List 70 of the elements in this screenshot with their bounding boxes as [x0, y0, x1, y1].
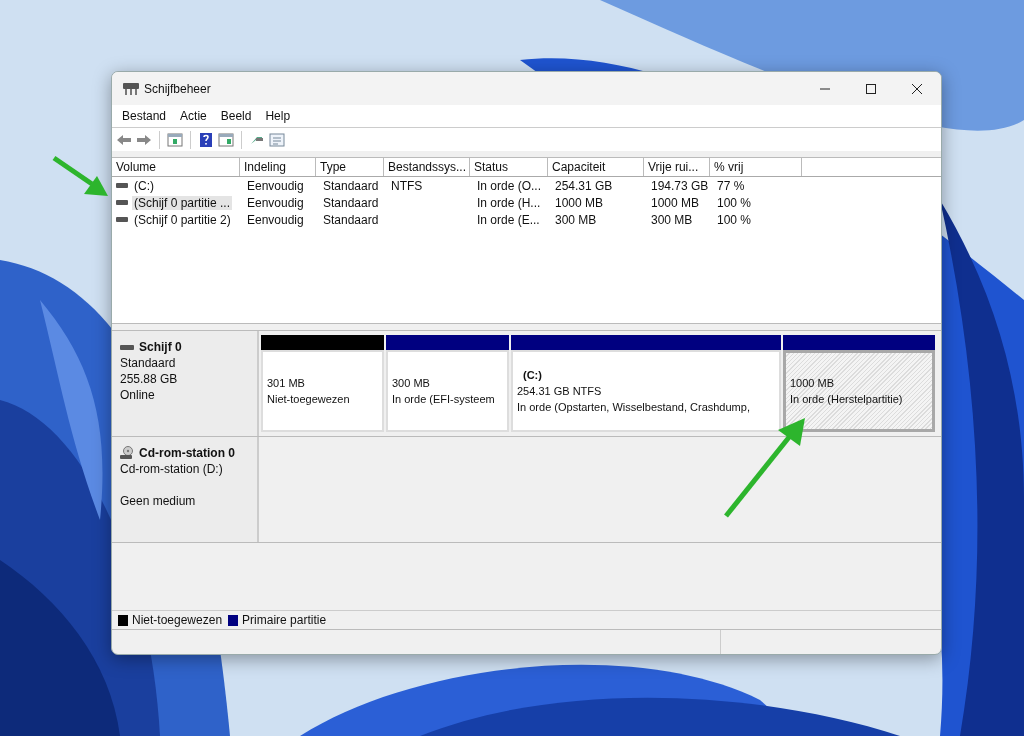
list-icon[interactable]: [269, 131, 285, 148]
table-cell: In orde (E...: [477, 212, 540, 227]
partition-size: 1000 MB: [790, 376, 835, 391]
table-cell: In orde (H...: [477, 195, 541, 210]
table-cell: 194.73 GB: [651, 178, 709, 193]
menu-item[interactable]: Bestand: [115, 109, 174, 123]
table-cell: 100 %: [717, 195, 752, 210]
table-cell: 77 %: [717, 178, 745, 193]
partition-label: (C:): [523, 368, 542, 383]
drive-label[interactable]: (Schijf 0 partitie 2): [132, 212, 233, 227]
disk-type: Standaard: [120, 356, 176, 370]
table-cell: 254.31 GB: [555, 178, 613, 193]
column-header[interactable]: Capaciteit: [548, 158, 644, 176]
table-cell: 300 MB: [651, 212, 693, 227]
console-tree-icon[interactable]: [167, 131, 183, 148]
table-cell: Eenvoudig: [247, 178, 304, 193]
partition-block[interactable]: (C:) 254.31 GB NTFS In orde (Opstarten, Wisselbestand, Crashdump,: [511, 350, 781, 432]
help-icon[interactable]: [198, 131, 214, 148]
drive-icon: [116, 216, 128, 223]
legend-label: Niet-toegewezen: [132, 613, 223, 627]
table-cell: Standaard: [323, 212, 379, 227]
disk-management-icon: [122, 80, 140, 97]
column-header[interactable]: % vrij: [710, 158, 802, 176]
menu-item[interactable]: Actie: [173, 109, 214, 123]
drive-icon: [116, 199, 128, 206]
cd-drive-icon: [120, 446, 134, 460]
maximize-icon[interactable]: [865, 82, 877, 95]
table-cell: In orde (O...: [477, 178, 542, 193]
drive-label[interactable]: (Schijf 0 partitie ...: [132, 195, 233, 210]
disk-label-panel[interactable]: Cd-rom-station 0 Cd-rom-station (D:) Geen medium: [112, 437, 259, 542]
disk-name: Schijf 0: [139, 339, 182, 355]
arrow-drawing: [52, 155, 108, 196]
column-header[interactable]: Type: [316, 158, 384, 176]
menu-item[interactable]: Help: [258, 109, 298, 123]
partition-status: In orde (Opstarten, Wisselbestand, Crashdump,: [517, 400, 750, 415]
close-icon[interactable]: [911, 82, 923, 95]
column-header[interactable]: Vrije rui...: [644, 158, 710, 176]
table-cell: Standaard: [323, 178, 379, 193]
table-cell: NTFS: [391, 178, 423, 193]
disk-name: Cd-rom-station 0: [139, 445, 235, 461]
disk-size: 255.88 GB: [120, 372, 178, 386]
partition-block[interactable]: 1000 MB In orde (Herstelpartitie): [783, 350, 935, 432]
partition-status: In orde (EFI-systeem: [392, 392, 495, 407]
column-header[interactable]: Volume: [112, 158, 240, 176]
table-cell: Eenvoudig: [247, 212, 304, 227]
window-title: Schijfbeheer: [144, 81, 211, 96]
partition-block[interactable]: 301 MB Niet-toegewezen: [261, 350, 384, 432]
table-cell: 300 MB: [555, 212, 597, 227]
column-header[interactable]: Bestandssys...: [384, 158, 470, 176]
disk-label-panel[interactable]: Schijf 0 Standaard 255.88 GB Online: [112, 331, 259, 436]
partition-size: 254.31 GB NTFS: [517, 384, 602, 399]
legend-label: Primaire partitie: [242, 613, 327, 627]
disk-status: Online: [120, 388, 155, 402]
table-cell: 1000 MB: [651, 195, 700, 210]
table-cell: Eenvoudig: [247, 195, 304, 210]
menu-item[interactable]: Beeld: [213, 109, 259, 123]
table-cell: 1000 MB: [555, 195, 604, 210]
table-cell: Standaard: [323, 195, 379, 210]
drive-label[interactable]: (C:): [132, 178, 156, 193]
disk-type: Cd-rom-station (D:): [120, 462, 223, 476]
disk-status: Geen medium: [120, 494, 196, 508]
partition-status: Niet-toegewezen: [267, 392, 350, 407]
table-cell: 100 %: [717, 212, 752, 227]
column-header[interactable]: Status: [470, 158, 548, 176]
drive-icon: [116, 182, 128, 189]
partition-size: 301 MB: [267, 376, 305, 391]
partition-size: 300 MB: [392, 376, 430, 391]
partition-block[interactable]: 300 MB In orde (EFI-systeem: [386, 350, 509, 432]
partition-status: In orde (Herstelpartitie): [790, 392, 903, 407]
column-header[interactable]: Indeling: [240, 158, 316, 176]
